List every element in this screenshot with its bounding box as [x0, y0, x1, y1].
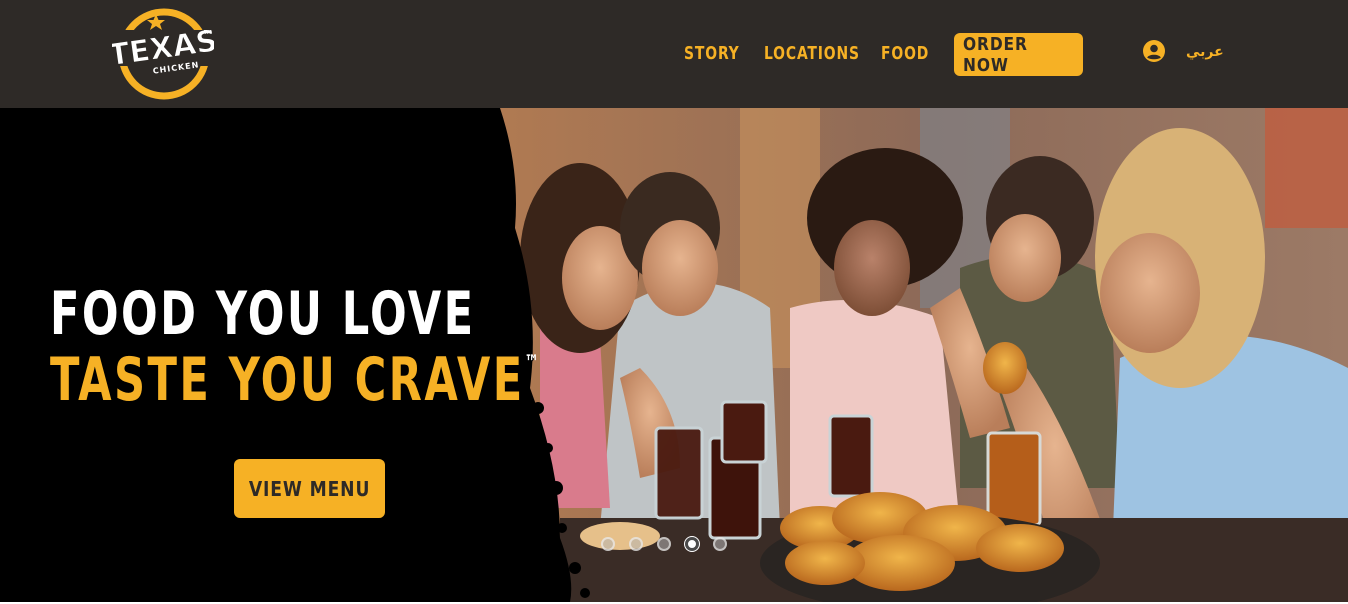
view-menu-label: VIEW MENU: [248, 476, 371, 501]
trademark-symbol: ™: [524, 350, 540, 374]
user-circle-icon[interactable]: [1143, 40, 1165, 62]
main-nav: STORY LOCATIONS FOOD ORDER NOW عربي: [0, 0, 1348, 108]
view-menu-button[interactable]: VIEW MENU: [234, 459, 385, 518]
language-toggle-link[interactable]: عربي: [1186, 42, 1224, 62]
carousel-dot-1[interactable]: [601, 537, 615, 551]
hero-headline-line1: FOOD YOU LOVE: [50, 279, 476, 349]
hero-headline: FOOD YOU LOVE TASTE YOU CRAVE™: [50, 284, 539, 410]
carousel-dot-4-active[interactable]: [685, 537, 699, 551]
nav-food-link[interactable]: FOOD: [881, 41, 929, 67]
order-now-button[interactable]: ORDER NOW: [954, 33, 1083, 76]
hero-headline-line2-text: TASTE YOU CRAVE: [50, 345, 525, 415]
nav-locations-link[interactable]: LOCATIONS: [764, 41, 860, 67]
site-header: TEXAS CHICKEN TM STORY LOCATIONS FOOD OR…: [0, 0, 1348, 108]
nav-story-link[interactable]: STORY: [684, 41, 740, 67]
carousel-dot-2[interactable]: [629, 537, 643, 551]
hero-carousel: FOOD YOU LOVE TASTE YOU CRAVE™ VIEW MENU: [0, 108, 1348, 602]
order-now-label: ORDER NOW: [963, 33, 1028, 76]
hero-headline-line2: TASTE YOU CRAVE™: [50, 350, 539, 410]
carousel-dot-5[interactable]: [713, 537, 727, 551]
carousel-dot-3[interactable]: [657, 537, 671, 551]
